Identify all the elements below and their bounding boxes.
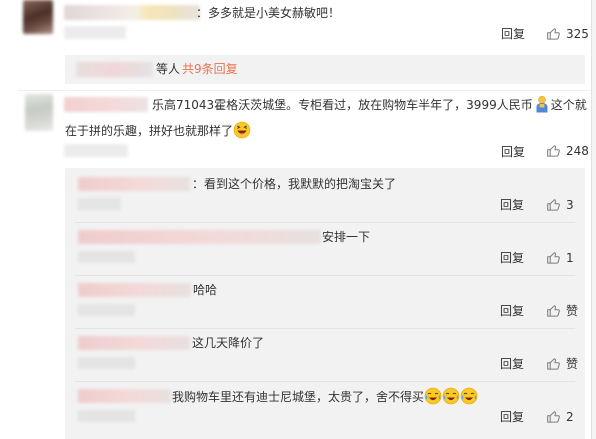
reply-button[interactable]: 回复 <box>500 410 524 424</box>
username[interactable] <box>64 97 148 112</box>
like-button[interactable]: 1 <box>546 250 574 265</box>
person-emoji-icon <box>536 95 548 113</box>
reply-summary-suffix: 等人 <box>156 62 181 76</box>
timestamp <box>64 26 126 39</box>
timestamp <box>78 304 135 316</box>
tears-of-joy-emoji-icon <box>442 387 460 405</box>
thumbs-up-icon <box>547 358 560 370</box>
replier-names[interactable] <box>76 62 153 77</box>
reply-summary[interactable]: 等人 共9条回复 <box>65 55 585 84</box>
view-all-replies-link[interactable]: 共9条回复 <box>182 61 238 77</box>
reply-item: 哈哈 回复 赞 <box>65 278 585 331</box>
comment-text: 这个就 <box>550 98 587 112</box>
tears-of-joy-emoji-icon <box>460 387 478 405</box>
reply-divider <box>75 222 575 223</box>
thumbs-up-icon <box>547 305 560 317</box>
reply-item: 安排一下 回复 1 <box>65 225 585 278</box>
reply-text: 我购物车里还有迪士尼城堡，太贵了，舍不得买 <box>172 390 425 404</box>
reply-text: 安排一下 <box>322 230 371 244</box>
reply-text: ：看到这个价格，我默默的把淘宝关了 <box>192 177 397 191</box>
thumbs-up-icon <box>547 411 560 423</box>
comment-text-line: 在于拼的乐趣，拼好也就那样了 <box>65 121 251 140</box>
comment-text-line: 乐高71043霍格沃茨城堡。专柜看过，放在购物车半年了，3999人民币 这个就 <box>152 95 587 114</box>
username[interactable] <box>78 230 321 244</box>
username[interactable] <box>78 177 190 191</box>
like-count: 248 <box>566 143 589 158</box>
panel-gutter <box>592 0 596 439</box>
reply-list: ：看到这个价格，我默默的把淘宝关了 回复 3 安排一下 回复 1 哈哈 回复 赞… <box>65 168 585 439</box>
reply-button[interactable]: 回复 <box>500 251 524 265</box>
username[interactable] <box>64 5 200 20</box>
like-label: 赞 <box>566 303 579 318</box>
like-count: 3 <box>566 197 574 212</box>
avatar[interactable] <box>25 94 53 131</box>
like-button[interactable]: 325 <box>546 26 589 41</box>
reply-divider <box>75 275 575 276</box>
reply-divider <box>75 328 575 329</box>
username[interactable] <box>78 283 191 297</box>
reply-button[interactable]: 回复 <box>500 304 524 318</box>
avatar[interactable] <box>23 0 53 34</box>
like-button[interactable]: 248 <box>546 143 589 158</box>
timestamp <box>64 144 128 157</box>
comment-text: 乐高71043霍格沃茨城堡。专柜看过，放在购物车半年了，3999人民币 <box>152 98 533 112</box>
comment-panel: ：多多就是小美女赫敏吧！ 回复 325 等人 共9条回复 乐高71043霍格沃茨… <box>0 0 596 439</box>
reply-text-line: 我购物车里还有迪士尼城堡，太贵了，舍不得买 <box>172 387 478 406</box>
comment-text: 在于拼的乐趣，拼好也就那样了 <box>65 124 234 138</box>
like-label: 赞 <box>566 356 579 371</box>
reply-button[interactable]: 回复 <box>501 27 525 41</box>
like-button[interactable]: 2 <box>546 409 574 424</box>
thumbs-up-icon <box>547 252 560 264</box>
tears-of-joy-emoji-icon <box>424 387 442 405</box>
like-count: 1 <box>566 250 574 265</box>
reply-item: ：看到这个价格，我默默的把淘宝关了 回复 3 <box>65 172 585 225</box>
thumbs-up-icon <box>547 145 560 157</box>
laughing-emoji-icon <box>233 121 251 139</box>
timestamp <box>78 357 135 369</box>
reply-button[interactable]: 回复 <box>501 145 525 159</box>
timestamp <box>78 198 121 210</box>
like-count: 325 <box>566 26 589 41</box>
username[interactable] <box>78 389 171 403</box>
comment-divider <box>18 90 591 91</box>
reply-text: 这几天降价了 <box>192 336 265 350</box>
like-button[interactable]: 3 <box>546 197 574 212</box>
thumbs-up-icon <box>547 28 560 40</box>
thumbs-up-icon <box>547 199 560 211</box>
reply-text: 哈哈 <box>193 283 218 297</box>
like-button[interactable]: 赞 <box>546 303 578 318</box>
reply-button[interactable]: 回复 <box>500 357 524 371</box>
reply-item: 我购物车里还有迪士尼城堡，太贵了，舍不得买 回复 2 <box>65 384 585 437</box>
reply-divider <box>75 381 575 382</box>
reply-button[interactable]: 回复 <box>500 198 524 212</box>
comment-text: ：多多就是小美女赫敏吧！ <box>196 6 341 20</box>
reply-item: 这几天降价了 回复 赞 <box>65 331 585 384</box>
timestamp <box>78 410 135 422</box>
username[interactable] <box>78 336 190 350</box>
timestamp <box>78 251 135 263</box>
like-count: 2 <box>566 409 574 424</box>
like-button[interactable]: 赞 <box>546 356 578 371</box>
